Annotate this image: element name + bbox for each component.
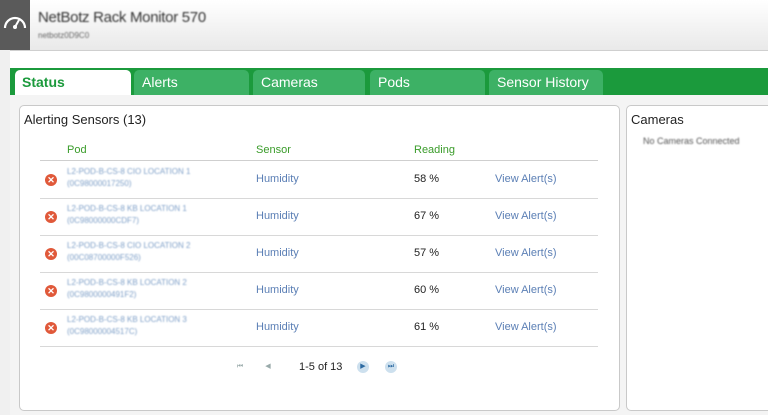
tab-status[interactable]: Status (15, 70, 131, 97)
pod-name[interactable]: L2-POD-B-CS-8 KB LOCATION 2 (0C9800000491… (67, 277, 237, 301)
alert-icon: ✕ (45, 248, 57, 260)
sensor-link[interactable]: Humidity (256, 210, 299, 222)
left-gutter (0, 50, 10, 415)
tab-sensor-history[interactable]: Sensor History (489, 70, 603, 95)
table-row: ✕ L2-POD-B-CS-8 KB LOCATION 2 (0C98000004… (40, 273, 598, 310)
table-row: ✕ L2-POD-B-CS-8 KB LOCATION 3 (0C98000004… (40, 310, 598, 347)
column-header-sensor[interactable]: Sensor (256, 144, 291, 156)
prev-page-icon[interactable]: ◀ (262, 361, 274, 373)
alert-icon: ✕ (45, 211, 57, 223)
sensor-link[interactable]: Humidity (256, 247, 299, 259)
tab-cameras[interactable]: Cameras (253, 70, 365, 95)
sensor-link[interactable]: Humidity (256, 173, 299, 185)
reading-value: 61 % (414, 321, 440, 333)
cameras-panel: Cameras (626, 105, 768, 411)
pod-name[interactable]: L2-POD-B-CS-8 KB LOCATION 1 (0C98000000CD… (67, 203, 237, 227)
panel-title: Cameras (631, 112, 684, 127)
gauge-icon (3, 16, 27, 29)
logo (0, 0, 30, 50)
pod-name[interactable]: L2-POD-B-CS-8 CIO LOCATION 2 (00C08700000… (67, 240, 237, 264)
first-page-icon[interactable]: ⏮ (234, 361, 246, 373)
reading-value: 60 % (414, 284, 440, 296)
sensor-link[interactable]: Humidity (256, 284, 299, 296)
column-header-reading[interactable]: Reading (414, 144, 455, 156)
pager-text: 1-5 of 13 (299, 361, 343, 373)
device-title: NetBotz Rack Monitor 570 (38, 9, 206, 26)
pod-name[interactable]: L2-POD-B-CS-8 CIO LOCATION 1 (0C980000172… (67, 166, 237, 190)
alert-icon: ✕ (45, 174, 57, 186)
reading-value: 57 % (414, 247, 440, 259)
device-hostname: netbotz0D9C0 (38, 31, 90, 40)
tab-alerts[interactable]: Alerts (134, 70, 249, 95)
table-row: ✕ L2-POD-B-CS-8 CIO LOCATION 1 (0C9800001… (40, 162, 598, 199)
reading-value: 67 % (414, 210, 440, 222)
view-alerts-link[interactable]: View Alert(s) (495, 247, 557, 259)
table-row: ✕ L2-POD-B-CS-8 KB LOCATION 1 (0C98000000… (40, 199, 598, 236)
next-page-icon[interactable]: ▶ (357, 361, 369, 373)
reading-value: 58 % (414, 173, 440, 185)
view-alerts-link[interactable]: View Alert(s) (495, 210, 557, 222)
view-alerts-link[interactable]: View Alert(s) (495, 321, 557, 333)
last-page-icon[interactable]: ⏭ (385, 361, 397, 373)
tab-pods[interactable]: Pods (370, 70, 485, 95)
sensor-link[interactable]: Humidity (256, 321, 299, 333)
alert-icon: ✕ (45, 285, 57, 297)
view-alerts-link[interactable]: View Alert(s) (495, 284, 557, 296)
view-alerts-link[interactable]: View Alert(s) (495, 173, 557, 185)
alert-icon: ✕ (45, 322, 57, 334)
panel-title: Alerting Sensors (13) (24, 112, 147, 127)
header-divider (40, 160, 598, 161)
app-header: NetBotz Rack Monitor 570 netbotz0D9C0 (0, 0, 768, 51)
column-header-pod[interactable]: Pod (67, 144, 87, 156)
pod-name[interactable]: L2-POD-B-CS-8 KB LOCATION 3 (0C9800000451… (67, 314, 237, 338)
table-row: ✕ L2-POD-B-CS-8 CIO LOCATION 2 (00C087000… (40, 236, 598, 273)
no-cameras-text: No Cameras Connected (643, 136, 740, 146)
